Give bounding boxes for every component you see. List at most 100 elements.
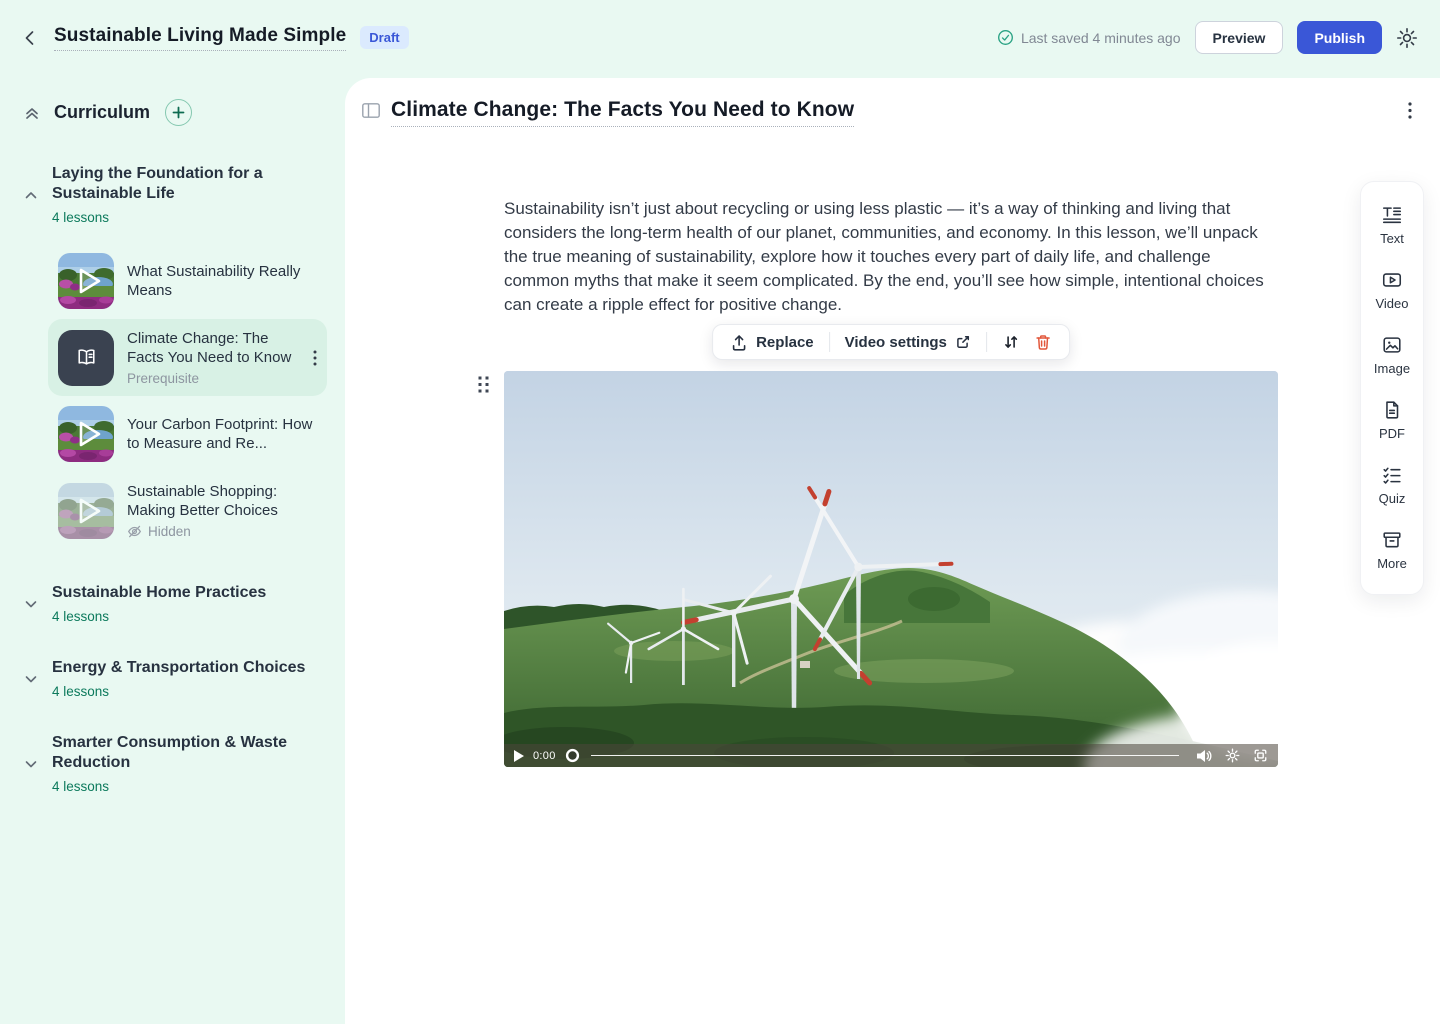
speaker-icon	[1196, 749, 1212, 763]
last-saved-text: Last saved 4 minutes ago	[1021, 30, 1181, 46]
quiz-block-icon	[1381, 464, 1403, 486]
section-header[interactable]: Laying the Foundation for a Sustainable …	[0, 164, 345, 225]
eye-off-icon	[127, 524, 142, 539]
check-circle-icon	[997, 29, 1014, 46]
sort-arrows-icon	[1002, 333, 1020, 351]
course-title[interactable]: Sustainable Living Made Simple	[54, 25, 346, 51]
section-header[interactable]: Energy & Transportation Choices 4 lesson…	[0, 658, 345, 699]
external-link-icon	[955, 334, 971, 350]
volume-button[interactable]	[1196, 749, 1212, 763]
publish-button[interactable]: Publish	[1297, 21, 1382, 54]
reading-tile	[58, 330, 114, 386]
video-settings-label: Video settings	[845, 334, 947, 351]
more-blocks-icon	[1381, 529, 1403, 551]
lesson-row-hidden[interactable]: Sustainable Shopping: Making Better Choi…	[48, 472, 327, 549]
status-badge: Draft	[360, 26, 408, 49]
chevron-up-icon	[23, 187, 39, 203]
replace-button[interactable]: Replace	[726, 333, 818, 351]
upload-icon	[730, 333, 748, 351]
video-player[interactable]: 0:00	[504, 371, 1278, 767]
add-video-block-button[interactable]: Video	[1361, 258, 1423, 323]
collapse-all-button[interactable]	[23, 104, 41, 122]
curriculum-title: Curriculum	[54, 102, 150, 123]
image-block-icon	[1381, 334, 1403, 356]
drag-handle[interactable]	[478, 376, 489, 398]
pdf-block-icon	[1381, 399, 1403, 421]
lesson-tag: Hidden	[148, 524, 191, 539]
video-thumbnail	[58, 253, 114, 309]
video-thumbnail	[58, 406, 114, 462]
delete-button[interactable]	[1030, 333, 1056, 351]
palette-label: PDF	[1379, 426, 1405, 441]
settings-gear-button[interactable]	[1396, 27, 1418, 49]
lesson-title: What Sustainability Really Means	[127, 262, 317, 300]
text-block-icon	[1381, 204, 1403, 226]
scrubber-handle[interactable]	[565, 748, 580, 763]
curriculum-section: Laying the Foundation for a Sustainable …	[0, 164, 345, 549]
preview-button[interactable]: Preview	[1195, 21, 1284, 54]
reorder-button[interactable]	[998, 333, 1024, 351]
playback-time: 0:00	[533, 750, 556, 762]
fullscreen-icon	[1253, 748, 1268, 763]
section-title: Smarter Consumption & Waste Reduction	[52, 733, 308, 773]
open-book-icon	[73, 344, 100, 371]
curriculum-section: Energy & Transportation Choices 4 lesson…	[0, 658, 345, 699]
add-text-block-button[interactable]: Text	[1361, 193, 1423, 258]
double-chevron-up-icon	[23, 104, 41, 122]
lesson-row[interactable]: Your Carbon Footprint: How to Measure an…	[48, 396, 327, 472]
add-image-block-button[interactable]: Image	[1361, 323, 1423, 388]
section-title: Laying the Foundation for a Sustainable …	[52, 164, 308, 204]
palette-label: Text	[1380, 231, 1404, 246]
play-button[interactable]	[514, 750, 524, 762]
kebab-menu-icon	[313, 350, 317, 366]
section-title: Sustainable Home Practices	[52, 583, 308, 603]
replace-label: Replace	[756, 334, 814, 351]
curriculum-section: Smarter Consumption & Waste Reduction 4 …	[0, 733, 345, 794]
trash-icon	[1034, 333, 1052, 351]
add-pdf-block-button[interactable]: PDF	[1361, 388, 1423, 453]
lesson-paragraph[interactable]: Sustainability isn’t just about recyclin…	[504, 197, 1278, 317]
curriculum-sidebar: Curriculum Laying the Foundation for a S…	[0, 75, 345, 1024]
chevron-down-icon	[23, 671, 39, 687]
section-title: Energy & Transportation Choices	[52, 658, 308, 678]
lesson-options-button[interactable]	[1408, 102, 1412, 119]
curriculum-section: Sustainable Home Practices 4 lessons	[0, 583, 345, 624]
kebab-menu-icon	[1408, 102, 1412, 119]
toolbar-divider	[986, 332, 987, 352]
lesson-title: Sustainable Shopping: Making Better Choi…	[127, 482, 317, 520]
section-lesson-count: 4 lessons	[52, 779, 308, 794]
topbar: Sustainable Living Made Simple Draft Las…	[0, 0, 1440, 75]
add-quiz-block-button[interactable]: Quiz	[1361, 453, 1423, 518]
video-settings-button[interactable]: Video settings	[841, 334, 975, 351]
lesson-title: Climate Change: The Facts You Need to Kn…	[127, 329, 300, 367]
toggle-sidebar-button[interactable]	[362, 103, 380, 118]
layout-panel-icon	[362, 103, 380, 118]
plus-icon	[172, 106, 185, 119]
chevron-left-icon	[20, 28, 40, 48]
grip-dots-icon	[478, 376, 489, 393]
section-header[interactable]: Sustainable Home Practices 4 lessons	[0, 583, 345, 624]
lesson-row-selected[interactable]: Climate Change: The Facts You Need to Kn…	[48, 319, 327, 396]
section-lesson-count: 4 lessons	[52, 210, 308, 225]
page-title[interactable]: Climate Change: The Facts You Need to Kn…	[391, 98, 854, 127]
video-thumbnail	[58, 483, 114, 539]
palette-label: Image	[1374, 361, 1410, 376]
toolbar-divider	[829, 332, 830, 352]
section-header[interactable]: Smarter Consumption & Waste Reduction 4 …	[0, 733, 345, 794]
lesson-row[interactable]: What Sustainability Really Means	[48, 243, 327, 319]
video-block: Replace Video settings	[504, 371, 1278, 767]
section-lesson-count: 4 lessons	[52, 684, 308, 699]
progress-bar[interactable]	[591, 755, 1179, 757]
add-more-block-button[interactable]: More	[1361, 518, 1423, 583]
video-controls: 0:00	[504, 744, 1278, 767]
lesson-list: What Sustainability Really Means Climate…	[48, 243, 327, 549]
lesson-menu-button[interactable]	[313, 350, 317, 366]
fullscreen-button[interactable]	[1253, 748, 1268, 763]
add-section-button[interactable]	[165, 99, 192, 126]
back-button[interactable]	[20, 28, 40, 48]
player-settings-button[interactable]	[1225, 748, 1240, 763]
play-icon	[514, 750, 524, 762]
save-status: Last saved 4 minutes ago	[997, 29, 1181, 46]
block-palette: Text Video Image PDF Quiz More	[1360, 181, 1424, 595]
section-lesson-count: 4 lessons	[52, 609, 308, 624]
